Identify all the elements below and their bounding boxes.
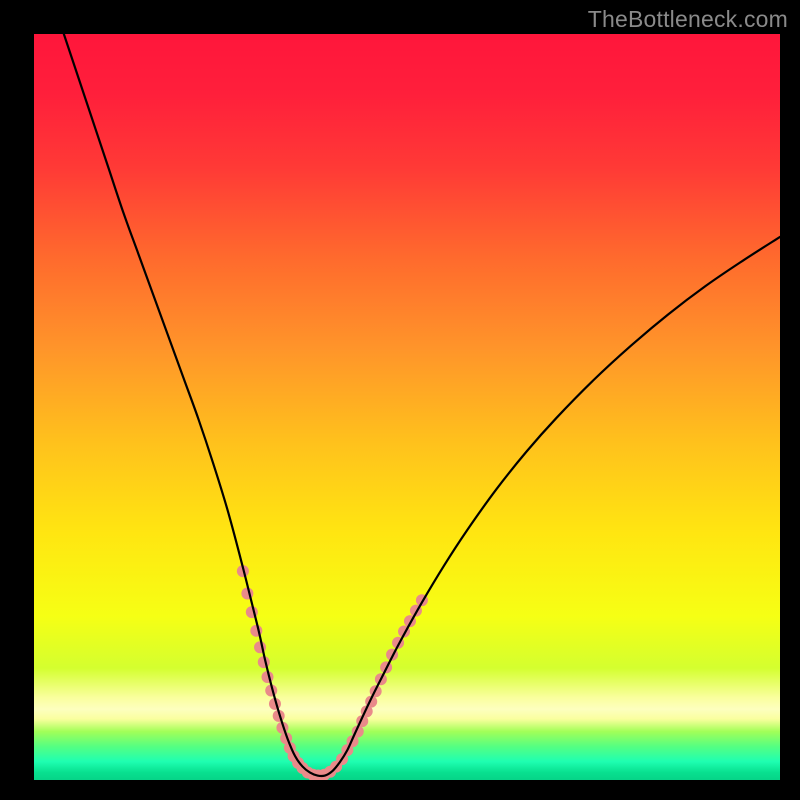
highlight-dots-group [237, 565, 428, 780]
plot-area [34, 34, 780, 780]
chart-svg [34, 34, 780, 780]
outer-frame: TheBottleneck.com [0, 0, 800, 800]
bottleneck-curve [64, 34, 780, 776]
watermark-text: TheBottleneck.com [588, 6, 788, 33]
